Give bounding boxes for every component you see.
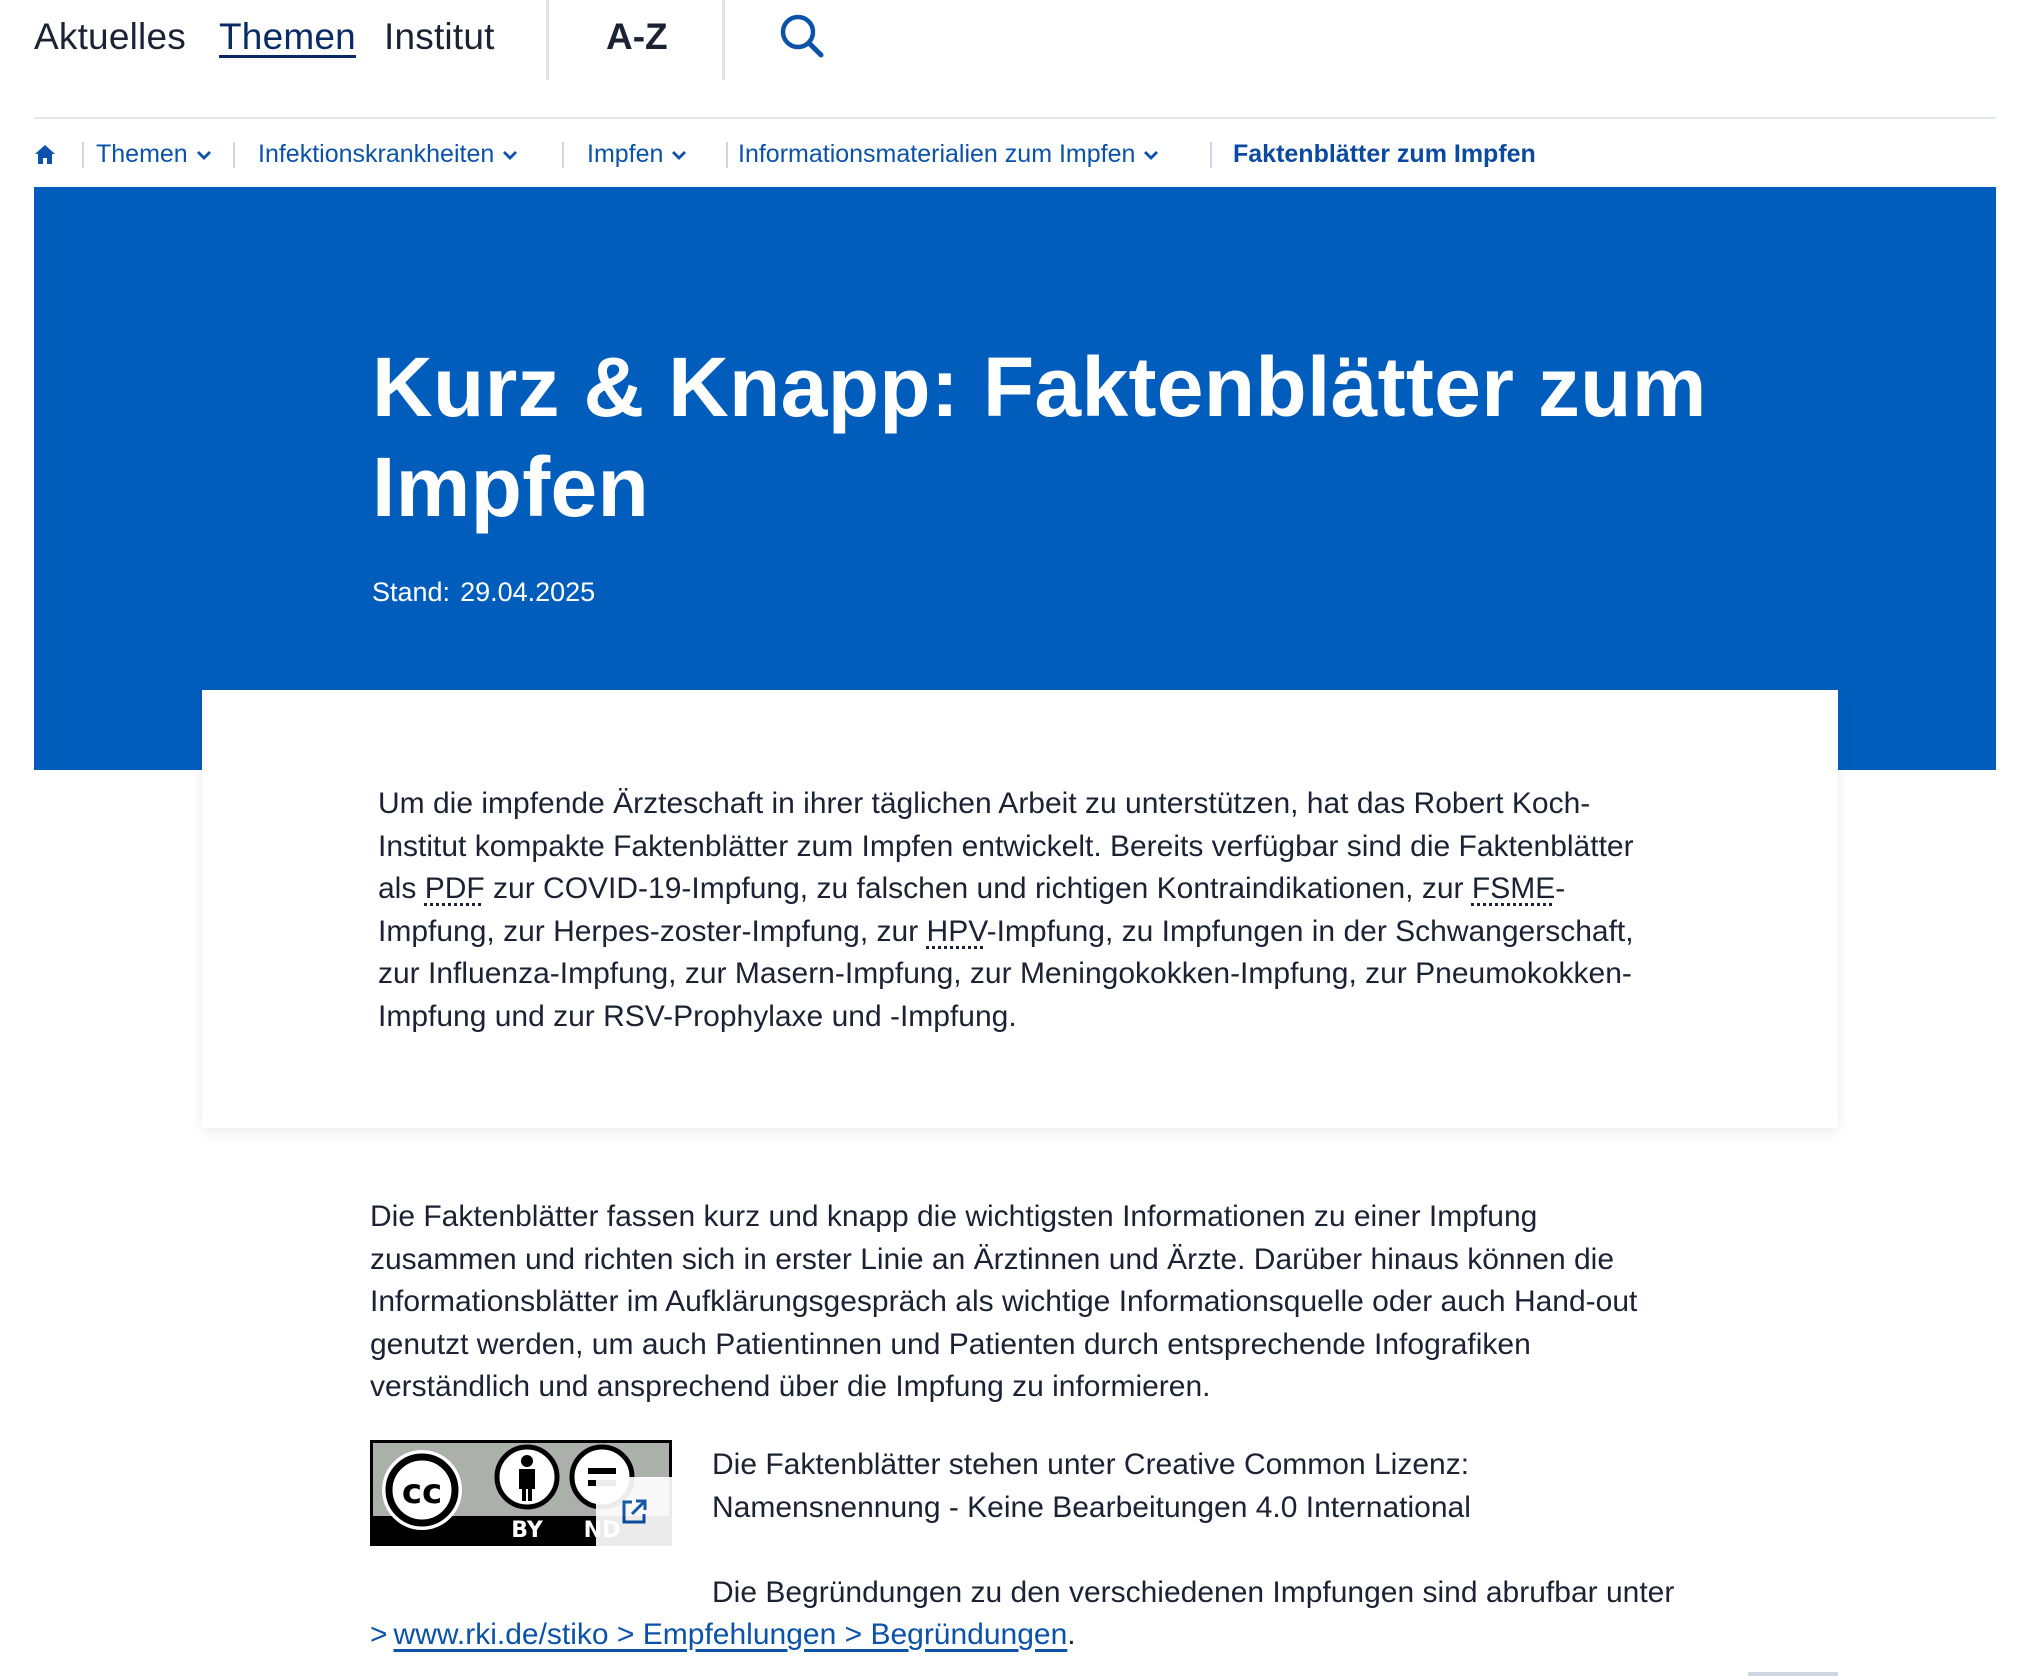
nav-item-a-z[interactable]: A-Z [606,16,668,58]
body-paragraph: Die Faktenblätter fassen kurz und knapp … [370,1200,1638,1403]
nav-item-themen[interactable]: Themen [219,16,356,58]
breadcrumb-item-label: Infektionskrankheiten [258,140,495,168]
chevron-down-icon [672,150,687,160]
begruendungen-period: . [1067,1618,1076,1651]
begruendungen-text: Die Begründungen zu den verschiedenen Im… [712,1576,1675,1609]
cc-badge-text: cc [402,1472,442,1512]
breadcrumb-divider [562,142,564,168]
cc-badge-by-text: BY [511,1518,544,1543]
nav-divider [722,0,725,80]
stand-date: Stand: 29.04.2025 [372,577,605,608]
nav-divider [546,0,549,80]
breadcrumb-item-themen[interactable]: Themen [96,140,212,169]
breadcrumb-divider [726,142,728,168]
stand-label: Stand: [372,577,451,607]
breadcrumb-item-current: Faktenblätter zum Impfen [1233,140,1536,168]
search-icon[interactable] [776,10,828,62]
breadcrumb-item-infektionskrankheiten[interactable]: Infektionskrankheiten [258,140,518,169]
breadcrumb-divider [233,142,235,168]
external-link-icon[interactable] [596,1477,672,1546]
bottom-divider [1748,1672,1838,1676]
breadcrumb-item-label: Themen [96,140,188,168]
begruendungen-link-row: > www.rki.de/stiko > Empfehlungen > Begrü… [370,1614,1076,1657]
breadcrumb-item-label: Impfen [587,140,664,168]
header-divider [34,117,1996,119]
abbr-pdf[interactable]: PDF [425,872,485,905]
breadcrumb-item-informationsmaterialien[interactable]: Informationsmaterialien zum Impfen [738,140,1159,169]
breadcrumb: Themen Infektionskrankheiten Impfen Info… [34,138,1996,176]
license-line: Namensnennung - Keine Bearbeitungen 4.0 … [712,1490,1471,1524]
intro-text: Um die impfende Ärzteschaft in ihrer täg… [378,783,1678,1038]
stand-value: 29.04.2025 [460,577,596,607]
license-text: Die Faktenblätter stehen unter Creative … [712,1444,1692,1529]
chevron-down-icon [1144,150,1159,160]
chevron-down-icon [196,150,211,160]
main-navigation: Aktuelles Themen Institut A-Z [34,0,1996,80]
begruendungen-link[interactable]: www.rki.de/stiko > Empfehlungen > Begrün… [394,1618,1068,1651]
breadcrumb-item-impfen[interactable]: Impfen [587,140,687,169]
nav-item-aktuelles[interactable]: Aktuelles [34,16,186,58]
abbr-hpv[interactable]: HPV [927,915,987,948]
intro-card: Um die impfende Ärzteschaft in ihrer täg… [202,690,1838,1128]
page-title: Kurz & Knapp: Faktenblätter zum Impfen [372,340,1707,534]
home-icon[interactable] [34,144,56,166]
abbr-fsme[interactable]: FSME [1472,872,1555,905]
breadcrumb-divider [82,142,84,168]
breadcrumb-item-label: Informationsmaterialien zum Impfen [738,140,1136,168]
hero-banner: Kurz & Knapp: Faktenblätter zum Impfen S… [34,187,1996,770]
breadcrumb-divider [1210,142,1212,168]
link-arrow-icon: > [370,1618,388,1651]
intro-text-part: zur COVID-19-Impfung, zu falschen und ri… [484,872,1472,905]
license-line: Die Faktenblätter stehen unter Creative … [712,1448,1470,1481]
nav-item-institut[interactable]: Institut [384,16,495,58]
chevron-down-icon [503,150,518,160]
